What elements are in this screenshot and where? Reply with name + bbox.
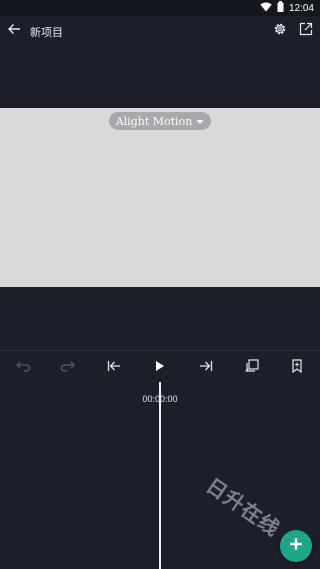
redo-icon [60, 359, 76, 377]
arrow-left-icon [7, 22, 21, 41]
watermark-label: Alight Motion [115, 114, 193, 128]
skip-to-end-icon [199, 359, 213, 377]
export-button[interactable] [296, 21, 316, 41]
project-title[interactable]: 新项目 [30, 24, 63, 40]
skip-to-end-button[interactable] [196, 358, 216, 378]
preview-area-bottom [0, 287, 320, 350]
status-time: 12:04 [288, 2, 314, 14]
undo-button[interactable] [13, 358, 33, 378]
bookmark-button[interactable] [287, 358, 307, 378]
timeline-area[interactable]: 00:00:00 [0, 382, 320, 569]
preview-area-top [0, 46, 320, 108]
back-button[interactable] [4, 21, 24, 41]
play-button[interactable] [150, 358, 170, 378]
status-bar: 12:04 [0, 0, 320, 16]
watermark-badge[interactable]: Alight Motion [109, 112, 211, 130]
play-icon [155, 359, 165, 377]
plus-icon [288, 536, 304, 557]
skip-to-start-icon [107, 359, 121, 377]
copy-layer-button[interactable] [242, 358, 262, 378]
gear-icon [273, 22, 287, 41]
copy-layer-icon [245, 358, 259, 378]
playhead[interactable] [159, 382, 161, 569]
caret-down-icon [196, 112, 204, 130]
status-icons: 12:04 [260, 1, 314, 15]
battery-icon [277, 0, 284, 17]
project-canvas[interactable] [0, 108, 320, 287]
playback-toolbar [0, 351, 320, 385]
share-external-icon [299, 22, 313, 41]
bookmark-icon [292, 358, 302, 378]
settings-button[interactable] [270, 21, 290, 41]
app-bar: 新项目 [0, 16, 320, 46]
skip-to-start-button[interactable] [104, 358, 124, 378]
redo-button[interactable] [58, 358, 78, 378]
add-layer-button[interactable] [280, 530, 312, 562]
wifi-icon [260, 0, 272, 17]
undo-icon [15, 359, 31, 377]
